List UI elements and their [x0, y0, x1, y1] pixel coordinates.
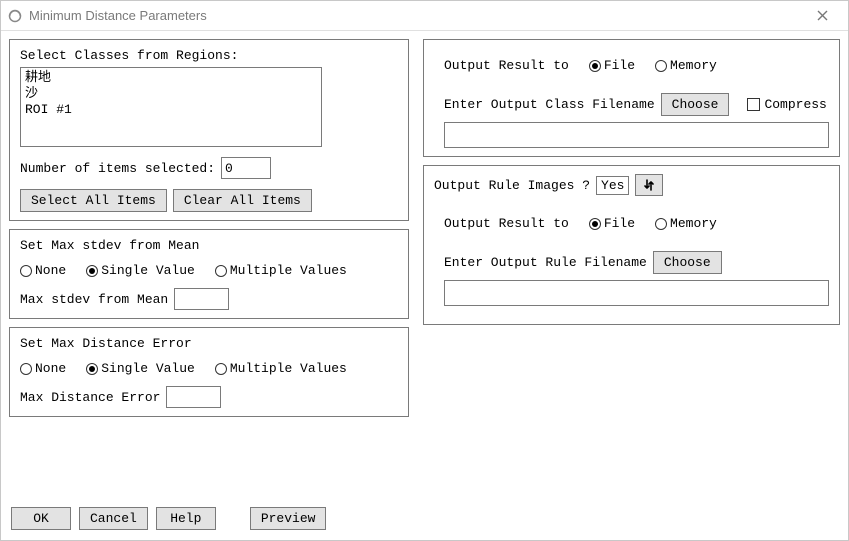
- close-button[interactable]: [802, 1, 842, 30]
- class-filename-input[interactable]: [444, 122, 829, 148]
- rule-images-label: Output Rule Images ?: [434, 178, 590, 193]
- output2-radio-memory[interactable]: Memory: [655, 216, 717, 231]
- radio-label: File: [604, 216, 635, 231]
- choose-class-button[interactable]: Choose: [661, 93, 730, 116]
- radio-label: Memory: [670, 216, 717, 231]
- dist-field-label: Max Distance Error: [20, 390, 160, 405]
- ok-button[interactable]: OK: [11, 507, 71, 530]
- right-column: Output Result to File Memory Enter Outpu…: [423, 39, 840, 495]
- footer: OK Cancel Help Preview: [1, 503, 848, 540]
- output-result-label: Output Result to: [444, 58, 569, 73]
- dist-input[interactable]: [166, 386, 221, 408]
- output-result-label-2: Output Result to: [444, 216, 569, 231]
- classes-listbox[interactable]: 耕地 沙 ROI #1: [20, 67, 322, 147]
- stdev-radio-none[interactable]: None: [20, 263, 66, 278]
- toggle-rule-button[interactable]: [635, 174, 663, 196]
- help-button[interactable]: Help: [156, 507, 216, 530]
- radio-label: File: [604, 58, 635, 73]
- output1-radio-memory[interactable]: Memory: [655, 58, 717, 73]
- radio-label: Multiple Values: [230, 361, 347, 376]
- choose-rule-button[interactable]: Choose: [653, 251, 722, 274]
- cancel-button[interactable]: Cancel: [79, 507, 148, 530]
- preview-button[interactable]: Preview: [250, 507, 327, 530]
- output-class-group: Output Result to File Memory Enter Outpu…: [423, 39, 840, 157]
- list-item[interactable]: ROI #1: [25, 102, 317, 118]
- stdev-group-title: Set Max stdev from Mean: [20, 238, 398, 253]
- select-classes-group: Select Classes from Regions: 耕地 沙 ROI #1…: [9, 39, 409, 221]
- output2-radio-file[interactable]: File: [589, 216, 635, 231]
- class-filename-label: Enter Output Class Filename: [444, 97, 655, 112]
- left-column: Select Classes from Regions: 耕地 沙 ROI #1…: [9, 39, 409, 495]
- rule-filename-label: Enter Output Rule Filename: [444, 255, 647, 270]
- radio-label: None: [35, 263, 66, 278]
- radio-label: None: [35, 361, 66, 376]
- num-items-input[interactable]: [221, 157, 271, 179]
- clear-all-button[interactable]: Clear All Items: [173, 189, 312, 212]
- select-all-button[interactable]: Select All Items: [20, 189, 167, 212]
- rule-images-value[interactable]: Yes: [596, 176, 629, 195]
- titlebar: Minimum Distance Parameters: [1, 1, 848, 31]
- stdev-field-label: Max stdev from Mean: [20, 292, 168, 307]
- content: Select Classes from Regions: 耕地 沙 ROI #1…: [1, 31, 848, 503]
- num-items-label: Number of items selected:: [20, 161, 215, 176]
- window-title: Minimum Distance Parameters: [29, 8, 802, 23]
- select-classes-label: Select Classes from Regions:: [20, 48, 398, 63]
- dist-radio-single[interactable]: Single Value: [86, 361, 195, 376]
- dist-group-title: Set Max Distance Error: [20, 336, 398, 351]
- radio-label: Single Value: [101, 263, 195, 278]
- stdev-radio-single[interactable]: Single Value: [86, 263, 195, 278]
- list-item[interactable]: 耕地: [25, 70, 317, 86]
- dist-group: Set Max Distance Error None Single Value…: [9, 327, 409, 417]
- radio-label: Single Value: [101, 361, 195, 376]
- window: Minimum Distance Parameters Select Class…: [0, 0, 849, 541]
- stdev-input[interactable]: [174, 288, 229, 310]
- list-item[interactable]: 沙: [25, 86, 317, 102]
- output-rule-group: Output Rule Images ? Yes Output Result t…: [423, 165, 840, 325]
- app-icon: [7, 8, 23, 24]
- checkbox-label: Compress: [764, 97, 826, 112]
- compress-checkbox[interactable]: Compress: [747, 97, 826, 112]
- dist-radio-none[interactable]: None: [20, 361, 66, 376]
- radio-label: Multiple Values: [230, 263, 347, 278]
- rule-filename-input[interactable]: [444, 280, 829, 306]
- stdev-radio-multiple[interactable]: Multiple Values: [215, 263, 347, 278]
- stdev-group: Set Max stdev from Mean None Single Valu…: [9, 229, 409, 319]
- dist-radio-multiple[interactable]: Multiple Values: [215, 361, 347, 376]
- output1-radio-file[interactable]: File: [589, 58, 635, 73]
- radio-label: Memory: [670, 58, 717, 73]
